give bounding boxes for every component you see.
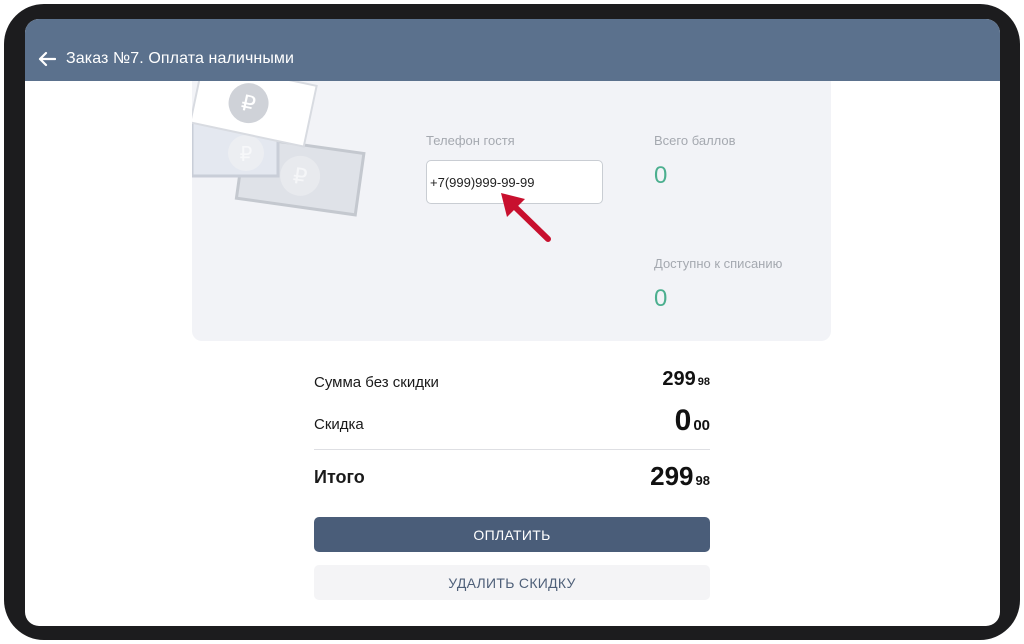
total-amount: 299 98 xyxy=(650,461,710,492)
page-title: Заказ №7. Оплата наличными xyxy=(66,50,295,67)
app-screen: Заказ №7. Оплата наличными ₽ ₽ ₽ Телефон… xyxy=(25,19,1000,626)
phone-label: Телефон гостя xyxy=(426,133,515,148)
total-integer: 299 xyxy=(650,461,694,491)
discount-decimal: 00 xyxy=(693,417,710,434)
total-decimal: 98 xyxy=(695,473,710,488)
available-points-value: 0 xyxy=(654,285,668,312)
discount-label: Скидка xyxy=(314,416,364,433)
discount-amount: 0 00 xyxy=(675,404,710,438)
total-points-value: 0 xyxy=(654,162,668,189)
device-frame: Заказ №7. Оплата наличными ₽ ₽ ₽ Телефон… xyxy=(0,0,1024,644)
remove-discount-button[interactable]: УДАЛИТЬ СКИДКУ xyxy=(314,565,710,600)
discount-integer: 0 xyxy=(674,404,692,437)
discount-row: Скидка 0 00 xyxy=(314,404,710,438)
subtotal-row: Сумма без скидки 299 98 xyxy=(314,368,710,391)
subtotal-decimal: 98 xyxy=(697,376,710,388)
pay-button[interactable]: ОПЛАТИТЬ xyxy=(314,517,710,552)
total-points-label: Всего баллов xyxy=(654,133,736,148)
total-row: Итого 299 98 xyxy=(314,461,710,492)
svg-text:₽: ₽ xyxy=(240,142,253,166)
subtotal-label: Сумма без скидки xyxy=(314,374,439,391)
available-points-label: Доступно к списанию xyxy=(654,256,783,271)
total-label: Итого xyxy=(314,467,365,487)
subtotal-integer: 299 xyxy=(662,368,696,390)
ruble-banknotes-icon: ₽ ₽ ₽ xyxy=(192,81,366,217)
header-bar: Заказ №7. Оплата наличными xyxy=(25,19,1000,81)
red-arrow-annotation-icon xyxy=(501,193,551,242)
summary-divider xyxy=(314,449,710,450)
arrow-left-icon[interactable] xyxy=(36,48,58,70)
subtotal-amount: 299 98 xyxy=(662,368,710,391)
